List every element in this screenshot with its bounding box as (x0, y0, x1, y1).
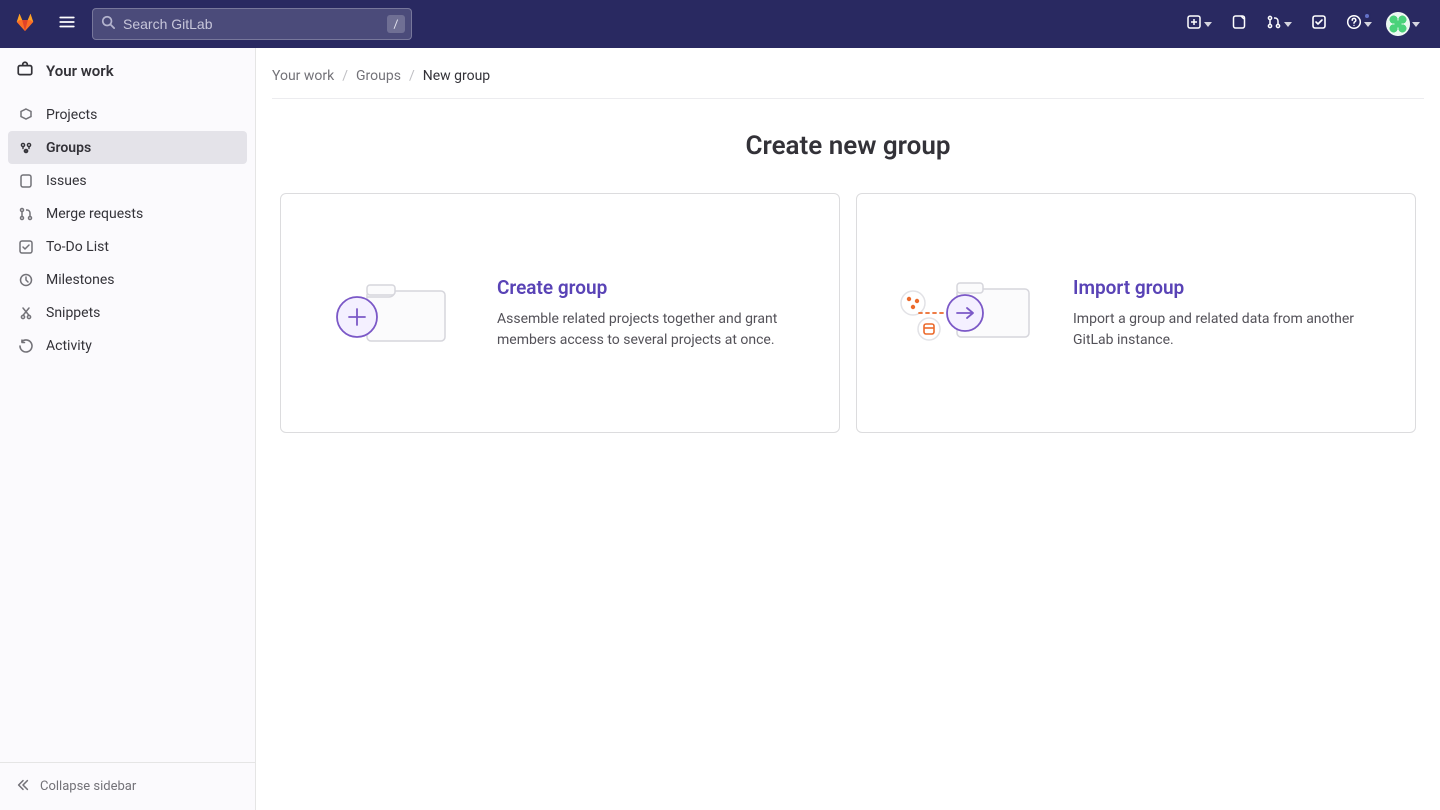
create-new-menu[interactable] (1182, 7, 1216, 41)
activity-icon (18, 338, 34, 354)
sidebar-header[interactable]: Your work (0, 48, 255, 94)
sidebar-title: Your work (46, 62, 114, 80)
sidebar-item-label: Groups (46, 140, 91, 156)
main-content: Your work / Groups / New group Create ne… (256, 48, 1440, 810)
sidebar-item-merge-requests[interactable]: Merge requests (8, 197, 247, 230)
topbar: / (0, 0, 1440, 48)
plus-square-icon (1186, 14, 1202, 34)
merge-request-icon (18, 206, 34, 222)
sidebar-item-milestones[interactable]: Milestones (8, 263, 247, 296)
issues-shortcut[interactable] (1222, 7, 1256, 41)
gitlab-logo-button[interactable] (8, 7, 42, 41)
todo-shortcut[interactable] (1302, 7, 1336, 41)
breadcrumb-separator-icon: / (409, 68, 415, 84)
main-menu-button[interactable] (50, 7, 84, 41)
create-group-illustration-icon (309, 263, 469, 363)
sidebar-item-todo[interactable]: To-Do List (8, 230, 247, 263)
breadcrumb-separator-icon: / (342, 68, 348, 84)
breadcrumb-item[interactable]: Groups (356, 68, 401, 84)
search-icon (101, 15, 115, 33)
chevron-double-left-icon (16, 778, 30, 796)
sidebar-item-label: Merge requests (46, 206, 143, 222)
page-title: Create new group (272, 131, 1424, 161)
panel-title: Create group (497, 276, 811, 299)
notification-dot-icon (1363, 12, 1371, 20)
issues-icon (1231, 14, 1247, 34)
collapse-sidebar-label: Collapse sidebar (40, 779, 136, 794)
breadcrumb-item[interactable]: Your work (272, 68, 334, 84)
gitlab-logo-icon (14, 11, 36, 37)
create-group-panel[interactable]: Create group Assemble related projects t… (280, 193, 840, 433)
panel-description: Import a group and related data from ano… (1073, 309, 1387, 351)
sidebar-item-activity[interactable]: Activity (8, 329, 247, 362)
sidebar-item-label: Issues (46, 173, 87, 189)
sidebar-item-label: Projects (46, 107, 97, 123)
todo-icon (1311, 14, 1327, 34)
sidebar-nav: Projects Groups Issues (0, 94, 255, 762)
sidebar: Your work Projects Groups (0, 48, 256, 810)
milestone-icon (18, 272, 34, 288)
panel-title: Import group (1073, 276, 1387, 299)
search-shortcut-badge: / (387, 15, 405, 33)
topbar-right (1182, 7, 1424, 41)
sidebar-item-issues[interactable]: Issues (8, 164, 247, 197)
sidebar-item-label: To-Do List (46, 239, 109, 255)
issues-icon (18, 173, 34, 189)
search-input[interactable] (93, 9, 411, 39)
chevron-down-icon (1364, 22, 1372, 27)
sidebar-item-snippets[interactable]: Snippets (8, 296, 247, 329)
avatar (1386, 12, 1410, 36)
option-cards: Create group Assemble related projects t… (272, 193, 1424, 433)
help-menu[interactable] (1342, 7, 1376, 41)
work-icon (16, 60, 34, 82)
group-icon (18, 140, 34, 156)
snippets-icon (18, 305, 34, 321)
sidebar-item-groups[interactable]: Groups (8, 131, 247, 164)
collapse-sidebar-button[interactable]: Collapse sidebar (0, 762, 255, 810)
merge-request-icon (1266, 14, 1282, 34)
breadcrumb-item-current: New group (423, 68, 490, 84)
sidebar-item-label: Snippets (46, 305, 100, 321)
chevron-down-icon (1284, 22, 1292, 27)
todo-icon (18, 239, 34, 255)
user-menu[interactable] (1382, 7, 1424, 41)
merge-requests-menu[interactable] (1262, 7, 1296, 41)
import-group-panel[interactable]: Import group Import a group and related … (856, 193, 1416, 433)
sidebar-item-projects[interactable]: Projects (8, 98, 247, 131)
search-field[interactable]: / (92, 8, 412, 40)
help-icon (1346, 14, 1362, 34)
hamburger-icon (58, 13, 76, 35)
chevron-down-icon (1412, 22, 1420, 27)
chevron-down-icon (1204, 22, 1212, 27)
import-group-illustration-icon (885, 263, 1045, 363)
panel-description: Assemble related projects together and g… (497, 309, 811, 351)
sidebar-item-label: Activity (46, 338, 92, 354)
sidebar-item-label: Milestones (46, 272, 115, 288)
breadcrumb: Your work / Groups / New group (272, 64, 1424, 99)
project-icon (18, 107, 34, 123)
